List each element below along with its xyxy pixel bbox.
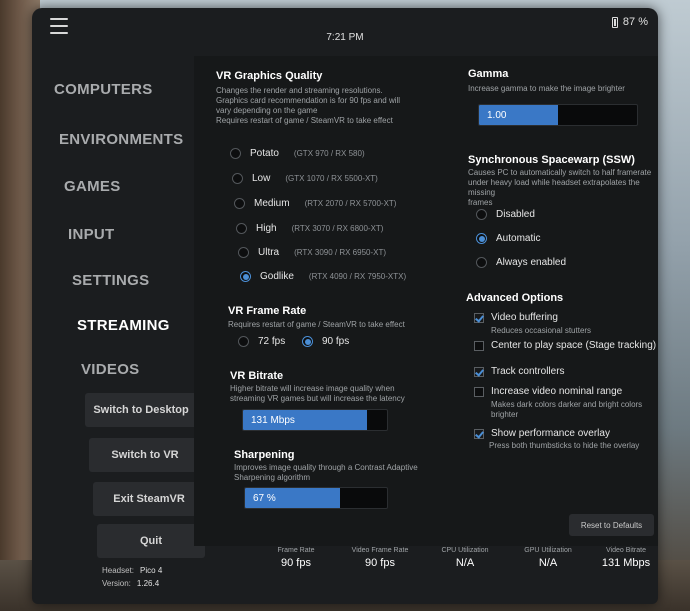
quality-option-godlike[interactable]: Godlike (RTX 4090 / RX 7950-XTX) bbox=[240, 271, 406, 282]
streaming-settings-window: 7:21 PM 87 % COMPUTERS ENVIRONMENTS GAME… bbox=[32, 8, 658, 604]
video-buffering-description: Reduces occasional stutters bbox=[491, 326, 592, 335]
checkbox-performance-overlay[interactable] bbox=[474, 428, 484, 439]
bitrate-title: VR Bitrate bbox=[230, 370, 284, 382]
stat-cpu-utilization: CPU Utilization N/A bbox=[441, 547, 489, 569]
sharpening-value: 67 % bbox=[253, 493, 276, 504]
headset-info: Headset: Pico 4 Version: 1.26.4 bbox=[102, 564, 162, 590]
sharpening-slider[interactable]: 67 % bbox=[244, 487, 388, 509]
gamma-value: 1.00 bbox=[487, 110, 507, 121]
streaming-content: VR Graphics Quality Changes the render a… bbox=[194, 56, 658, 546]
reset-to-defaults-button[interactable]: Reset to Defaults bbox=[569, 514, 654, 536]
battery-icon bbox=[611, 16, 618, 28]
gamma-description: Increase gamma to make the image brighte… bbox=[468, 84, 625, 93]
checkbox-track-controllers[interactable] bbox=[474, 366, 484, 377]
bitrate-value: 131 Mbps bbox=[251, 415, 295, 426]
radio-ultra[interactable] bbox=[238, 247, 249, 258]
gamma-title: Gamma bbox=[468, 68, 509, 80]
option-track-controllers[interactable]: Track controllers bbox=[474, 366, 565, 377]
stat-video-frame-rate: Video Frame Rate 90 fps bbox=[351, 547, 409, 569]
quality-option-ultra[interactable]: Ultra (RTX 3090 / RX 6950-XT) bbox=[238, 247, 386, 258]
option-center-play-space[interactable]: Center to play space (Stage tracking) bbox=[474, 340, 656, 351]
option-nominal-range[interactable]: Increase video nominal range bbox=[474, 386, 622, 397]
top-bar: 7:21 PM 87 % bbox=[32, 8, 658, 56]
ssw-title: Synchronous Spacewarp (SSW) bbox=[468, 154, 635, 166]
nominal-range-description: Makes dark colors darker and bright colo… bbox=[491, 400, 643, 419]
radio-72fps[interactable] bbox=[238, 336, 249, 347]
stat-frame-rate: Frame Rate 90 fps bbox=[277, 547, 315, 569]
ssw-description: Causes PC to automatically switch to hal… bbox=[468, 168, 652, 207]
radio-ssw-automatic[interactable] bbox=[476, 233, 487, 244]
nav-streaming[interactable]: STREAMING bbox=[77, 317, 170, 334]
switch-to-vr-button[interactable]: Switch to VR bbox=[89, 438, 201, 472]
option-performance-overlay[interactable]: Show performance overlay bbox=[474, 428, 610, 439]
radio-godlike[interactable] bbox=[240, 271, 251, 282]
headset-line: Headset: Pico 4 bbox=[102, 566, 163, 575]
sharpening-description: Improves image quality through a Contras… bbox=[234, 463, 418, 482]
checkbox-center-play-space[interactable] bbox=[474, 340, 484, 351]
graphics-quality-title: VR Graphics Quality bbox=[216, 70, 323, 82]
bitrate-slider[interactable]: 131 Mbps bbox=[242, 409, 388, 431]
frame-rate-description: Requires restart of game / SteamVR to ta… bbox=[228, 320, 405, 329]
quality-option-potato[interactable]: Potato (GTX 970 / RX 580) bbox=[230, 148, 365, 159]
frame-rate-option-72[interactable]: 72 fps bbox=[238, 336, 285, 347]
radio-low[interactable] bbox=[232, 173, 243, 184]
advanced-options-title: Advanced Options bbox=[466, 292, 564, 304]
radio-ssw-always-enabled[interactable] bbox=[476, 257, 487, 268]
version-line: Version: 1.26.4 bbox=[102, 579, 160, 588]
radio-potato[interactable] bbox=[230, 148, 241, 159]
quality-option-high[interactable]: High (RTX 3070 / RX 6800-XT) bbox=[236, 223, 383, 234]
sharpening-title: Sharpening bbox=[234, 449, 295, 461]
performance-overlay-description: Press both thumbsticks to hide the overl… bbox=[489, 441, 640, 450]
clock: 7:21 PM bbox=[326, 32, 364, 43]
checkbox-video-buffering[interactable] bbox=[474, 312, 484, 323]
graphics-quality-description: Changes the render and streaming resolut… bbox=[216, 86, 401, 125]
ssw-option-automatic[interactable]: Automatic bbox=[476, 233, 540, 244]
sidebar: COMPUTERS ENVIRONMENTS GAMES INPUT SETTI… bbox=[32, 56, 205, 596]
ssw-option-disabled[interactable]: Disabled bbox=[476, 209, 535, 220]
performance-stats-bar: Frame Rate 90 fps Video Frame Rate 90 fp… bbox=[194, 546, 658, 596]
quality-option-medium[interactable]: Medium (RTX 2070 / RX 5700-XT) bbox=[234, 198, 396, 209]
frame-rate-option-90[interactable]: 90 fps bbox=[302, 336, 349, 347]
radio-medium[interactable] bbox=[234, 198, 245, 209]
nav-videos[interactable]: VIDEOS bbox=[81, 361, 139, 378]
radio-90fps[interactable] bbox=[302, 336, 313, 347]
battery-indicator: 87 % bbox=[611, 16, 648, 28]
ssw-option-always-enabled[interactable]: Always enabled bbox=[476, 257, 566, 268]
nav-input[interactable]: INPUT bbox=[68, 226, 115, 243]
nav-environments[interactable]: ENVIRONMENTS bbox=[59, 131, 183, 148]
battery-level: 87 % bbox=[622, 16, 648, 28]
gamma-slider[interactable]: 1.00 bbox=[478, 104, 638, 126]
bitrate-description: Higher bitrate will increase image quali… bbox=[230, 384, 405, 403]
nav-games[interactable]: GAMES bbox=[64, 178, 121, 195]
option-video-buffering[interactable]: Video buffering bbox=[474, 312, 558, 323]
radio-ssw-disabled[interactable] bbox=[476, 209, 487, 220]
checkbox-nominal-range[interactable] bbox=[474, 386, 484, 397]
quit-button[interactable]: Quit bbox=[97, 524, 205, 558]
nav-computers[interactable]: COMPUTERS bbox=[54, 81, 153, 98]
nav-settings[interactable]: SETTINGS bbox=[72, 272, 149, 289]
exit-steamvr-button[interactable]: Exit SteamVR bbox=[93, 482, 205, 516]
stat-video-bitrate: Video Bitrate 131 Mbps bbox=[601, 547, 651, 569]
quality-option-low[interactable]: Low (GTX 1070 / RX 5500-XT) bbox=[232, 173, 378, 184]
stat-gpu-utilization: GPU Utilization N/A bbox=[524, 547, 572, 569]
switch-to-desktop-button[interactable]: Switch to Desktop bbox=[85, 393, 197, 427]
frame-rate-title: VR Frame Rate bbox=[228, 305, 307, 317]
radio-high[interactable] bbox=[236, 223, 247, 234]
